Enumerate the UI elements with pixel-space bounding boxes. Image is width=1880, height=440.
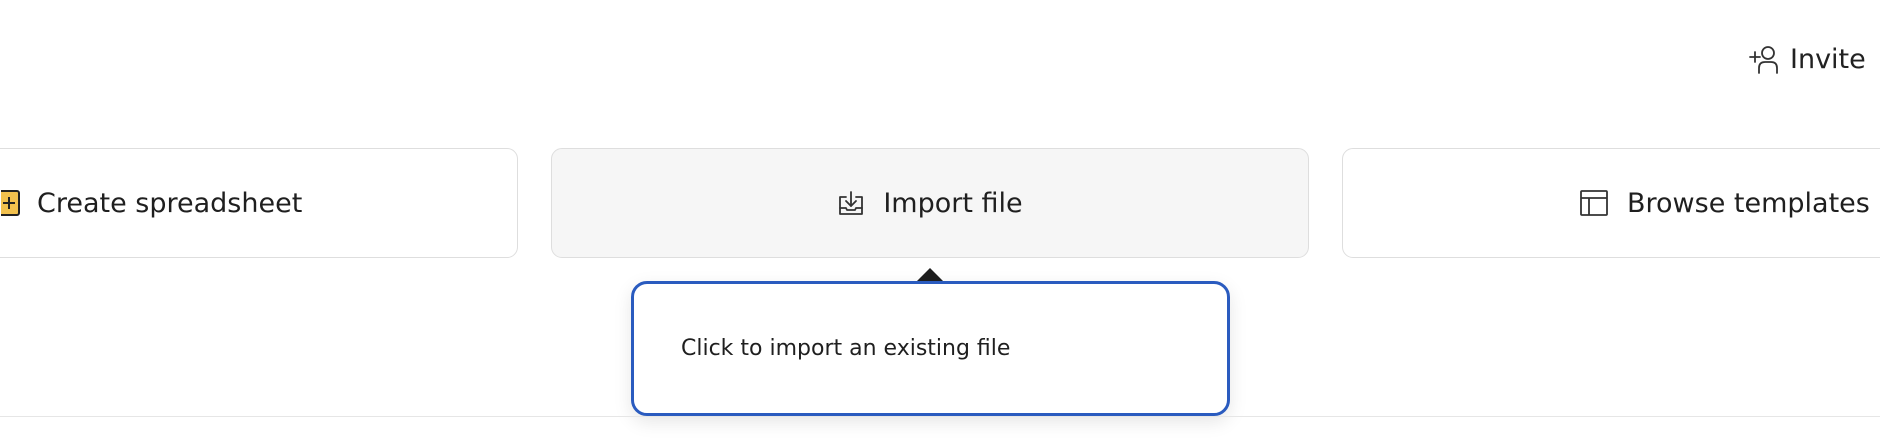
divider bbox=[0, 416, 1880, 417]
page: Invite Create spreadsheet Import file Br… bbox=[0, 0, 1880, 440]
invite-label: Invite bbox=[1790, 43, 1866, 75]
create-spreadsheet-label: Create spreadsheet bbox=[37, 187, 303, 219]
invite-button[interactable]: Invite bbox=[1748, 38, 1866, 80]
browse-templates-label: Browse templates bbox=[1627, 187, 1870, 219]
import-file-label: Import file bbox=[883, 187, 1023, 219]
tooltip-arrow bbox=[916, 268, 944, 282]
import-file-button[interactable]: Import file bbox=[551, 148, 1309, 258]
create-spreadsheet-button[interactable]: Create spreadsheet bbox=[0, 148, 518, 258]
import-tooltip: Click to import an existing file bbox=[631, 281, 1230, 416]
browse-templates-button[interactable]: Browse templates bbox=[1342, 148, 1880, 258]
add-user-icon bbox=[1748, 43, 1780, 75]
tooltip-text: Click to import an existing file bbox=[681, 336, 1011, 361]
download-tray-icon bbox=[837, 189, 865, 217]
template-layout-icon bbox=[1579, 189, 1609, 217]
plus-square-icon bbox=[1, 189, 21, 217]
